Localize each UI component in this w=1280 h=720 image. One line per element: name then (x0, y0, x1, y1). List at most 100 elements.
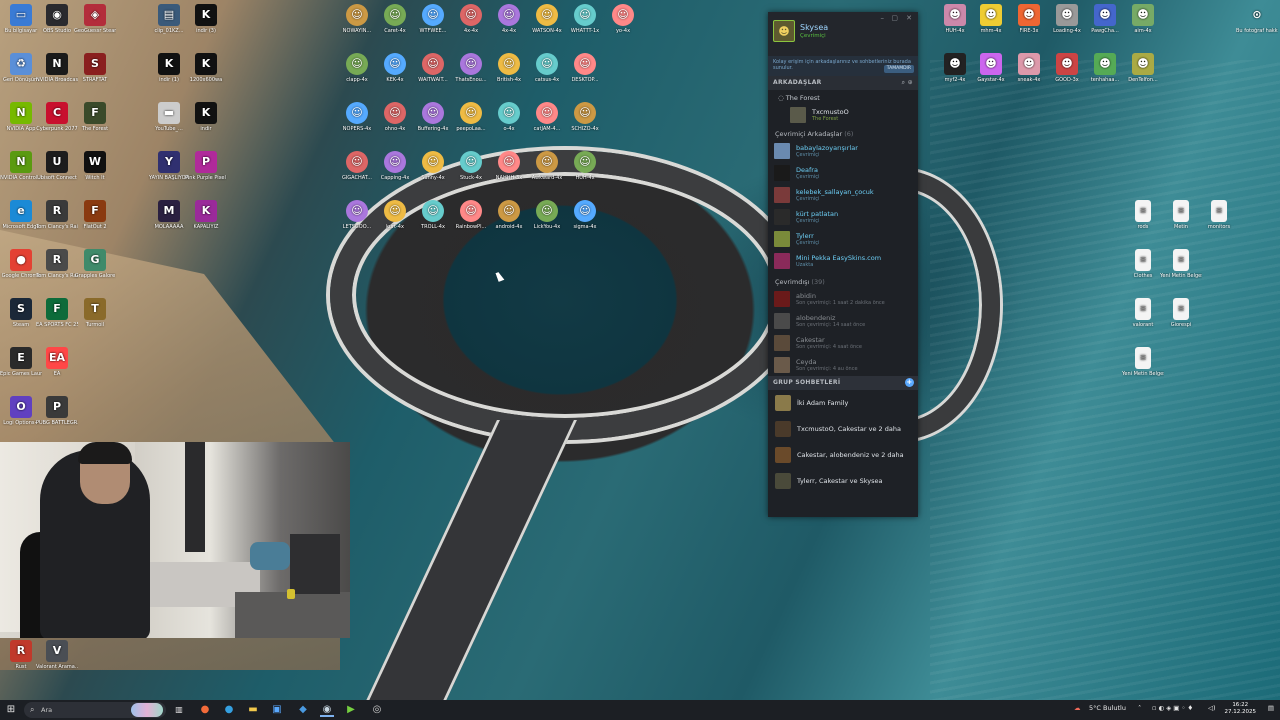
friend-row[interactable]: babaylazoyarışırlar Çevrimiçi (768, 140, 918, 162)
document-icon[interactable]: ≡ rods (1122, 200, 1164, 230)
emote-icon[interactable]: ☻ sneak-4x (1008, 53, 1050, 83)
desktop-icon[interactable]: K KAPALIYIZ (185, 200, 227, 230)
desktop-icon[interactable]: F FlatOut 2 (74, 200, 116, 230)
desktop-icon[interactable]: M MOLAAAAA (148, 200, 190, 230)
friend-row[interactable]: abidin Son çevrimiçi: 1 saat 2 dakika önc… (768, 288, 918, 310)
weather-text[interactable]: 5°C Bulutlu (1089, 704, 1126, 712)
desktop-icon[interactable]: Y YAYIN BAŞLIYOR (148, 151, 190, 181)
group-chat-row[interactable]: İki Adam Family (768, 390, 918, 416)
emote-icon[interactable]: ☻ DenTelfon... (1122, 53, 1164, 83)
firefox-icon[interactable]: ● (198, 703, 212, 717)
emote-icon[interactable]: ☺ 4x-4x (450, 4, 492, 34)
emote-icon[interactable]: ☺ Caret-4x (374, 4, 416, 34)
minimize-icon[interactable]: – (881, 14, 885, 22)
volume-icon[interactable]: ◁) (1208, 704, 1216, 712)
emote-icon[interactable]: ☺ ThatsEnou... (450, 53, 492, 83)
emote-icon[interactable]: ☺ kurt-4x (374, 200, 416, 230)
emote-icon[interactable]: ☻ PawgCha... (1084, 4, 1126, 34)
document-icon[interactable]: ≡ Yeni Metin Belgesi (1160, 249, 1202, 279)
emote-icon[interactable]: ☻ aim-4x (1122, 4, 1164, 34)
online-friends-header[interactable]: Çevrimiçi Arkadaşlar (6) (768, 126, 918, 140)
steam-taskbar-icon[interactable]: ◉ (320, 703, 334, 717)
friend-row[interactable]: Cakestar Son çevrimiçi: 4 saat önce (768, 332, 918, 354)
desktop-icon[interactable]: ▤ clip_01KZ... (148, 4, 190, 34)
tray-arrow-icon[interactable]: ˄ (1138, 704, 1141, 712)
emote-icon[interactable]: ☺ Sunny-4x (412, 151, 454, 181)
emote-icon[interactable]: ☺ KEK-4x (374, 53, 416, 83)
desktop-icon[interactable]: ▬ YouTube_... (148, 102, 190, 132)
desktop-icon[interactable]: P Pink Purple Pixel Gami... (185, 151, 227, 181)
weather-icon[interactable]: ☁ (1074, 704, 1081, 712)
emote-icon[interactable]: ☺ GIGACHAT... (336, 151, 378, 181)
profile-status[interactable]: Çevrimiçi (800, 33, 826, 39)
desktop-icon[interactable]: W Witch It (74, 151, 116, 181)
offline-friends-header[interactable]: Çevrimdışı (39) (768, 274, 918, 288)
emote-icon[interactable]: ☺ WAITWAIT... (412, 53, 454, 83)
emote-icon[interactable]: ☺ SCHIZO-4x (564, 102, 606, 132)
file-explorer-icon[interactable]: ▬ (246, 703, 260, 717)
friend-row[interactable]: Mini Pekka EasySkins.com Uzakta (768, 250, 918, 272)
document-icon[interactable]: ≡ valorant (1122, 298, 1164, 328)
document-icon[interactable]: ≡ Yeni Metin Belgesi (1122, 347, 1164, 377)
group-chat-row[interactable]: Cakestar, alobendeniz ve 2 daha (768, 442, 918, 468)
clock[interactable]: 16:22 27.12.2025 (1225, 702, 1257, 716)
emote-icon[interactable]: ☺ catJAM-4... (526, 102, 568, 132)
emote-icon[interactable]: ☺ WHATTT-1x (564, 4, 606, 34)
add-group-icon[interactable]: + (905, 378, 914, 387)
desktop-icon[interactable]: T Turmoil (74, 298, 116, 328)
emote-icon[interactable]: ☺ Buffering-4x (412, 102, 454, 132)
group-chat-row[interactable]: Tylerr, Cakestar ve Skysea (768, 468, 918, 494)
desktop-icon[interactable]: N NVIDIA Broadcast (36, 53, 78, 83)
emote-icon[interactable]: ☻ Gaystar-4x (970, 53, 1012, 83)
emote-icon[interactable]: ☺ WTFWEE... (412, 4, 454, 34)
emote-icon[interactable]: ☺ clapp-4x (336, 53, 378, 83)
document-icon[interactable]: ≡ Giorespi (1160, 298, 1202, 328)
emote-icon[interactable]: ☺ 4x-4x (488, 4, 530, 34)
emote-icon[interactable]: ☺ WATSON-4x (526, 4, 568, 34)
emote-icon[interactable]: ☻ FIRE-3x (1008, 4, 1050, 34)
nvidia-taskbar-icon[interactable]: ▶ (344, 703, 358, 717)
mail-icon[interactable]: ◆ (296, 703, 310, 717)
desktop-icon[interactable]: U Ubisoft Connect (36, 151, 78, 181)
store-icon[interactable]: ▣ (270, 703, 284, 717)
desktop-icon[interactable]: F EA SPORTS FC 25 (36, 298, 78, 328)
friend-row[interactable]: kürt patlatan Çevrimiçi (768, 206, 918, 228)
emote-icon[interactable]: ☺ DESKTOP... (564, 53, 606, 83)
desktop-icon[interactable]: ◈ GeoGuessr Steam E... (74, 4, 116, 34)
group-chat-row[interactable]: TxcmustoO, Cakestar ve 2 daha (768, 416, 918, 442)
desktop-icon[interactable]: F The Forest (74, 102, 116, 132)
emote-icon[interactable]: ☻ mhm-4x (970, 4, 1012, 34)
emote-icon[interactable]: ☺ Stuck-4x (450, 151, 492, 181)
friend-row[interactable]: Ceyda Son çevrimiçi: 4 au önce (768, 354, 918, 376)
emote-icon[interactable]: ☺ RainbowPl... (450, 200, 492, 230)
emote-icon[interactable]: ☺ Awkward-4x (526, 151, 568, 181)
desktop-icon[interactable]: S STRAFTAT (74, 53, 116, 83)
friend-ingame[interactable]: TxcmustoO The Forest (768, 104, 918, 126)
document-icon[interactable]: ≡ Clothes (1122, 249, 1164, 279)
notification-icon[interactable]: ▤ (1268, 704, 1274, 712)
emote-icon[interactable]: ☺ yo-4x (602, 4, 644, 34)
friend-row[interactable]: Tylerr Çevrimiçi (768, 228, 918, 250)
friend-row[interactable]: kelebek_sallayan_çocuk Çevrimiçi (768, 184, 918, 206)
close-icon[interactable]: ✕ (906, 14, 912, 22)
emote-icon[interactable]: ☺ NAHHH-3x (488, 151, 530, 181)
emote-icon[interactable]: ☻ GOOD-3x (1046, 53, 1088, 83)
emote-icon[interactable]: ⊙ Bu fotoğraf hakkında... (1236, 4, 1278, 34)
profile-avatar[interactable]: ☻ (773, 20, 795, 42)
taskbar-search[interactable]: ⌕ Ara (24, 702, 166, 718)
start-icon[interactable]: ⊞ (4, 703, 18, 717)
tray-icons[interactable]: ▫ ◐ ◈ ▣ ◦ ♦ (1152, 704, 1193, 712)
emote-icon[interactable]: ☻ tenhahaa... (1084, 53, 1126, 83)
desktop-icon[interactable]: Kindir (3) (185, 4, 227, 34)
emote-icon[interactable]: ☺ peepoLaa... (450, 102, 492, 132)
emote-icon[interactable]: ☺ ohno-4x (374, 102, 416, 132)
desktop-icon[interactable]: K 1200x600wa (185, 53, 227, 83)
desktop-icon[interactable]: ◉ OBS Studio (36, 4, 78, 34)
search-icon[interactable]: ⌕ ⊕ (902, 79, 913, 87)
desktop-icon[interactable]: R Tom Clancy's Rainbow Si... (36, 249, 78, 279)
obs-taskbar-icon[interactable]: ◎ (370, 703, 384, 717)
desktop-icon[interactable]: Kindir (185, 102, 227, 132)
game-group-label[interactable]: ◌ The Forest (768, 90, 918, 104)
emote-icon[interactable]: ☺ sigma-4x (564, 200, 606, 230)
desktop-icon[interactable]: V Valorant Arama... (36, 640, 78, 670)
